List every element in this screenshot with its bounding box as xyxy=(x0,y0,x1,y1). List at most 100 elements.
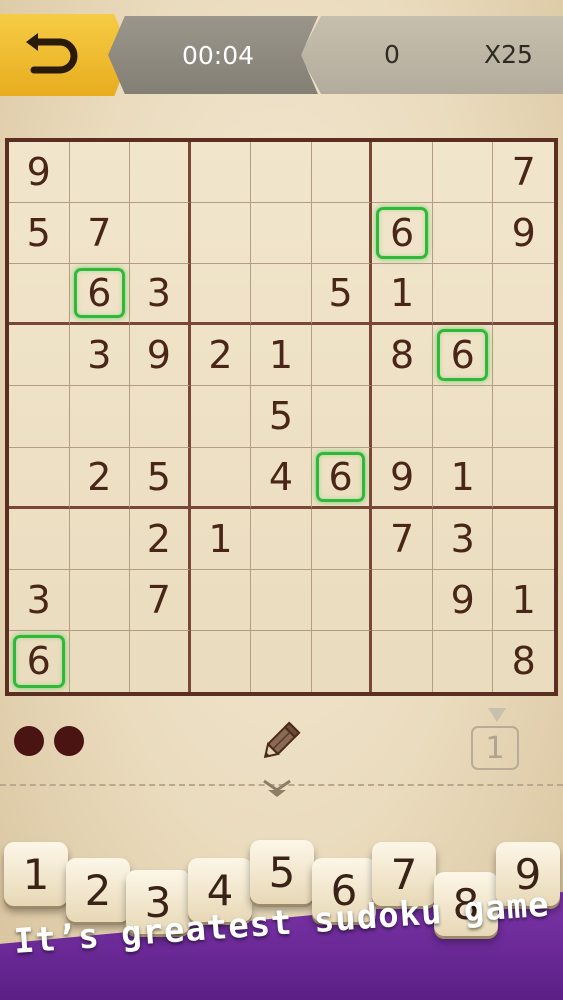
sudoku-cell[interactable]: 6 xyxy=(311,447,373,509)
sudoku-cell[interactable] xyxy=(190,264,252,326)
sudoku-cell[interactable]: 1 xyxy=(190,508,252,570)
sudoku-cell[interactable] xyxy=(9,325,70,387)
sudoku-cell[interactable]: 3 xyxy=(9,569,70,631)
sudoku-cell[interactable]: 9 xyxy=(372,447,433,509)
sudoku-cell[interactable] xyxy=(191,630,252,692)
sudoku-cell[interactable] xyxy=(9,386,70,448)
cell-value: 1 xyxy=(208,516,233,561)
sudoku-cell[interactable]: 3 xyxy=(130,264,191,326)
multiplier-value: X25 xyxy=(484,40,533,69)
sudoku-cell[interactable]: 2 xyxy=(69,447,131,509)
cell-value: 7 xyxy=(146,577,171,622)
sudoku-cell[interactable] xyxy=(190,386,252,448)
sudoku-cell[interactable]: 5 xyxy=(9,203,70,265)
sudoku-cell[interactable] xyxy=(433,630,494,692)
sudoku-cell[interactable] xyxy=(251,203,312,265)
sudoku-cell[interactable] xyxy=(69,569,131,631)
pencil-icon[interactable] xyxy=(256,718,304,766)
sudoku-cell[interactable] xyxy=(130,142,191,204)
sudoku-cell[interactable] xyxy=(432,142,494,204)
timer-text: 00:04 xyxy=(181,40,255,70)
sudoku-cell[interactable]: 9 xyxy=(130,325,191,387)
sudoku-cell[interactable]: 1 xyxy=(251,325,312,387)
number-key-2[interactable]: 2 xyxy=(66,858,130,922)
sudoku-cell[interactable]: 5 xyxy=(130,447,191,509)
sudoku-cell[interactable]: 2 xyxy=(190,325,252,387)
number-key-1[interactable]: 1 xyxy=(4,842,68,906)
sudoku-cell[interactable] xyxy=(69,508,131,570)
timer-panel: 00:04 xyxy=(108,16,318,94)
sudoku-cell[interactable] xyxy=(432,264,494,326)
sudoku-cell[interactable] xyxy=(70,630,131,692)
sudoku-cell[interactable] xyxy=(190,447,252,509)
sudoku-cell[interactable] xyxy=(130,386,191,448)
sudoku-cell[interactable] xyxy=(130,630,191,692)
key-label: 1 xyxy=(22,849,50,899)
sudoku-cell[interactable]: 9 xyxy=(493,203,554,265)
chevron-down-icon[interactable] xyxy=(262,778,292,800)
sudoku-cell[interactable] xyxy=(432,386,494,448)
cell-value: 9 xyxy=(511,211,536,256)
sudoku-cell[interactable]: 5 xyxy=(251,386,312,448)
sudoku-cell[interactable]: 1 xyxy=(372,264,433,326)
sudoku-cell[interactable] xyxy=(9,508,70,570)
cell-value: 6 xyxy=(26,639,51,684)
sudoku-cell[interactable]: 8 xyxy=(372,325,433,387)
sudoku-cell[interactable] xyxy=(251,630,312,692)
sudoku-cell[interactable]: 1 xyxy=(432,447,494,509)
sudoku-cell[interactable] xyxy=(130,203,191,265)
sudoku-cell[interactable] xyxy=(311,203,373,265)
sudoku-cell[interactable] xyxy=(432,203,494,265)
sudoku-cell[interactable]: 3 xyxy=(69,325,131,387)
sudoku-cell[interactable] xyxy=(372,630,433,692)
sudoku-cell[interactable] xyxy=(9,264,70,326)
sudoku-cell[interactable]: 6 xyxy=(372,203,433,265)
sudoku-cell[interactable]: 6 xyxy=(432,325,494,387)
hint-button[interactable]: 1 xyxy=(471,726,519,770)
sudoku-cell[interactable] xyxy=(251,142,312,204)
sudoku-cell[interactable]: 5 xyxy=(311,264,373,326)
sudoku-cell[interactable] xyxy=(251,508,312,570)
sudoku-cell[interactable] xyxy=(311,142,373,204)
key-label: 2 xyxy=(84,865,112,915)
cell-value: 6 xyxy=(450,333,475,378)
sudoku-cell[interactable] xyxy=(372,142,433,204)
hint-pointer-icon xyxy=(488,708,506,722)
sudoku-cell[interactable]: 3 xyxy=(432,508,494,570)
sudoku-cell[interactable] xyxy=(190,142,252,204)
sudoku-cell[interactable]: 7 xyxy=(372,508,433,570)
sudoku-cell[interactable] xyxy=(9,447,70,509)
sudoku-cell[interactable] xyxy=(69,142,131,204)
sudoku-cell[interactable] xyxy=(372,386,433,448)
sudoku-cell[interactable]: 8 xyxy=(493,631,554,692)
cell-value: 3 xyxy=(146,271,171,316)
sudoku-cell[interactable]: 7 xyxy=(69,203,131,265)
sudoku-cell[interactable] xyxy=(312,630,373,692)
sudoku-cell[interactable] xyxy=(311,386,373,448)
sudoku-cell[interactable]: 6 xyxy=(9,630,70,692)
sudoku-cell[interactable]: 7 xyxy=(130,569,191,631)
sudoku-cell[interactable] xyxy=(372,569,433,631)
sudoku-cell[interactable] xyxy=(251,264,312,326)
sudoku-cell[interactable]: 7 xyxy=(493,142,554,204)
sudoku-cell[interactable] xyxy=(251,569,312,631)
sudoku-cell[interactable] xyxy=(311,508,373,570)
sudoku-cell[interactable]: 2 xyxy=(130,508,191,570)
sudoku-cell[interactable] xyxy=(311,569,373,631)
sudoku-cell[interactable] xyxy=(311,325,373,387)
sudoku-cell[interactable]: 9 xyxy=(9,142,70,204)
sudoku-cell[interactable] xyxy=(190,569,252,631)
sudoku-cell[interactable] xyxy=(190,203,252,265)
cell-value: 5 xyxy=(268,394,294,439)
number-key-5[interactable]: 5 xyxy=(250,840,314,904)
sudoku-cell[interactable]: 9 xyxy=(432,569,494,631)
sudoku-cell[interactable] xyxy=(493,325,554,387)
sudoku-cell[interactable] xyxy=(493,448,554,509)
sudoku-cell[interactable] xyxy=(493,509,554,570)
sudoku-cell[interactable] xyxy=(493,386,554,448)
sudoku-cell[interactable]: 1 xyxy=(493,570,554,631)
sudoku-cell[interactable]: 4 xyxy=(251,447,312,509)
sudoku-cell[interactable]: 6 xyxy=(69,264,131,326)
sudoku-cell[interactable] xyxy=(69,386,131,448)
sudoku-cell[interactable] xyxy=(493,264,554,326)
